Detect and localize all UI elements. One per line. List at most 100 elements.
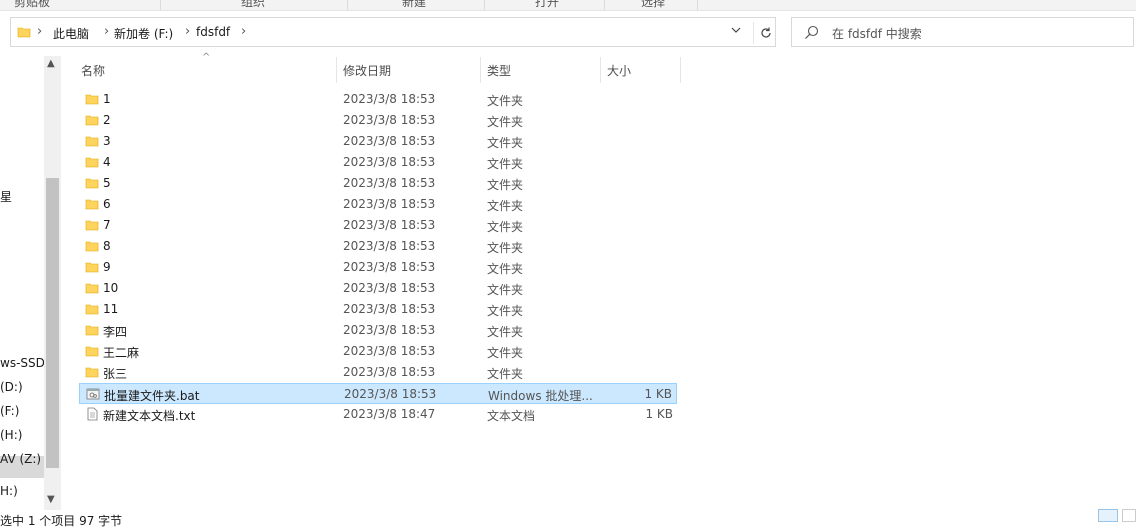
- file-size: 1 KB: [644, 387, 672, 401]
- file-type: 文件夹: [487, 367, 524, 381]
- file-name: 新建文本文档.txt: [103, 409, 196, 423]
- column-type-label: 类型: [487, 64, 512, 78]
- file-row[interactable]: 5 2023/3/8 18:53 文件夹: [79, 173, 677, 194]
- ribbon-group-open: 打开: [535, 0, 560, 9]
- file-type: 文件夹: [487, 304, 524, 318]
- folder-icon: [85, 302, 99, 319]
- breadcrumb-fdsfdf[interactable]: fdsfdf: [196, 25, 230, 39]
- file-type: 文件夹: [487, 178, 524, 192]
- file-row[interactable]: 7 2023/3/8 18:53 文件夹: [79, 215, 677, 236]
- nav-item-quick[interactable]: 星: [0, 188, 12, 205]
- column-name-label: 名称: [81, 64, 106, 78]
- folder-icon: [85, 113, 99, 130]
- file-date: 2023/3/8 18:53: [343, 134, 436, 148]
- file-type: 文件夹: [487, 346, 524, 360]
- file-row[interactable]: 8 2023/3/8 18:53 文件夹: [79, 236, 677, 257]
- large-icons-view-button[interactable]: [1122, 509, 1136, 522]
- chevron-down-icon[interactable]: [728, 24, 744, 40]
- details-view-button[interactable]: [1098, 509, 1118, 522]
- file-row[interactable]: 新建文本文档.txt 2023/3/8 18:47 文本文档 1 KB: [79, 404, 677, 425]
- file-name: 9: [103, 260, 111, 274]
- file-name: 11: [103, 302, 119, 316]
- column-header-date[interactable]: 修改日期: [343, 56, 479, 82]
- refresh-button[interactable]: [753, 22, 778, 44]
- chevron-right-icon[interactable]: ›: [104, 24, 109, 39]
- column-header-name[interactable]: 名称: [81, 56, 336, 82]
- search-icon: [804, 24, 820, 43]
- folder-icon: [85, 218, 99, 235]
- folder-icon: [85, 344, 99, 361]
- folder-icon: [85, 365, 99, 382]
- chevron-right-icon[interactable]: ›: [241, 24, 246, 39]
- chevron-right-icon[interactable]: ›: [185, 24, 190, 39]
- nav-item-drive-d[interactable]: (D:): [0, 380, 23, 394]
- file-date: 2023/3/8 18:53: [343, 155, 436, 169]
- search-input[interactable]: 在 fdsfdf 中搜索: [791, 17, 1134, 47]
- file-date: 2023/3/8 18:53: [344, 387, 437, 401]
- text-file-icon: [85, 407, 99, 424]
- file-type: 文件夹: [487, 262, 524, 276]
- file-type: 文件夹: [487, 94, 524, 108]
- nav-item-drive-z[interactable]: AV (Z:): [0, 452, 41, 466]
- file-type: 文件夹: [487, 199, 524, 213]
- file-row[interactable]: 3 2023/3/8 18:53 文件夹: [79, 131, 677, 152]
- file-row[interactable]: 王二麻 2023/3/8 18:53 文件夹: [79, 341, 677, 362]
- file-type: Windows 批处理...: [488, 389, 593, 403]
- file-type: 文件夹: [487, 220, 524, 234]
- file-name: 8: [103, 239, 111, 253]
- file-date: 2023/3/8 18:53: [343, 281, 436, 295]
- search-placeholder: 在 fdsfdf 中搜索: [832, 27, 922, 41]
- column-header-size[interactable]: 大小: [607, 56, 679, 82]
- file-name: 10: [103, 281, 119, 295]
- nav-item-drive-h[interactable]: (H:): [0, 428, 22, 442]
- folder-icon: [85, 239, 99, 256]
- folder-icon: [85, 176, 99, 193]
- file-row[interactable]: 批量建文件夹.bat 2023/3/8 18:53 Windows 批处理... 1 …: [79, 383, 677, 404]
- file-date: 2023/3/8 18:53: [343, 176, 436, 190]
- nav-item-drive-f[interactable]: (F:): [0, 404, 19, 418]
- file-name: 3: [103, 134, 111, 148]
- nav-item-windows-ssd[interactable]: ws-SSD: [0, 356, 45, 370]
- file-row[interactable]: 9 2023/3/8 18:53 文件夹: [79, 257, 677, 278]
- column-divider[interactable]: [600, 57, 601, 83]
- address-bar[interactable]: › 此电脑 › 新加卷 (F:) › fdsfdf ›: [10, 17, 776, 47]
- ribbon-group-labels: 剪贴板 组织 新建 打开 选择: [0, 0, 1136, 11]
- file-row[interactable]: 张三 2023/3/8 18:53 文件夹: [79, 362, 677, 383]
- chevron-right-icon[interactable]: ›: [37, 24, 42, 39]
- nav-item-network-h[interactable]: H:): [0, 484, 18, 498]
- file-date: 2023/3/8 18:53: [343, 323, 436, 337]
- scroll-down-icon[interactable]: ▼: [47, 494, 55, 505]
- file-row[interactable]: 2 2023/3/8 18:53 文件夹: [79, 110, 677, 131]
- file-size: 1 KB: [645, 407, 673, 421]
- file-name: 7: [103, 218, 111, 232]
- ribbon-group-select: 选择: [641, 0, 666, 9]
- file-row[interactable]: 1 2023/3/8 18:53 文件夹: [79, 89, 677, 110]
- scrollbar-thumb[interactable]: [46, 178, 59, 468]
- nav-scrollbar[interactable]: ▲ ▼: [44, 56, 61, 510]
- breadcrumb-volume-f[interactable]: 新加卷 (F:): [114, 25, 173, 42]
- file-date: 2023/3/8 18:53: [343, 113, 436, 127]
- file-row[interactable]: 11 2023/3/8 18:53 文件夹: [79, 299, 677, 320]
- ribbon-separator: [347, 0, 348, 10]
- file-row[interactable]: 6 2023/3/8 18:53 文件夹: [79, 194, 677, 215]
- column-divider[interactable]: [480, 57, 481, 83]
- file-row[interactable]: 李四 2023/3/8 18:53 文件夹: [79, 320, 677, 341]
- ribbon-group-clipboard: 剪贴板: [14, 0, 51, 9]
- file-row[interactable]: 10 2023/3/8 18:53 文件夹: [79, 278, 677, 299]
- column-date-label: 修改日期: [343, 64, 392, 78]
- file-date: 2023/3/8 18:47: [343, 407, 436, 421]
- column-header-type[interactable]: 类型: [487, 56, 599, 82]
- column-divider[interactable]: [336, 57, 337, 83]
- ribbon-separator: [604, 0, 605, 10]
- file-row[interactable]: 4 2023/3/8 18:53 文件夹: [79, 152, 677, 173]
- file-name: 王二麻: [103, 346, 140, 360]
- scroll-up-icon[interactable]: ▲: [47, 58, 55, 69]
- file-date: 2023/3/8 18:53: [343, 92, 436, 106]
- ribbon-separator: [484, 0, 485, 10]
- file-name: 李四: [103, 325, 128, 339]
- column-divider[interactable]: [680, 57, 681, 83]
- file-name: 批量建文件夹.bat: [104, 389, 200, 403]
- file-name: 4: [103, 155, 111, 169]
- breadcrumb-this-pc[interactable]: 此电脑: [53, 25, 89, 42]
- file-date: 2023/3/8 18:53: [343, 260, 436, 274]
